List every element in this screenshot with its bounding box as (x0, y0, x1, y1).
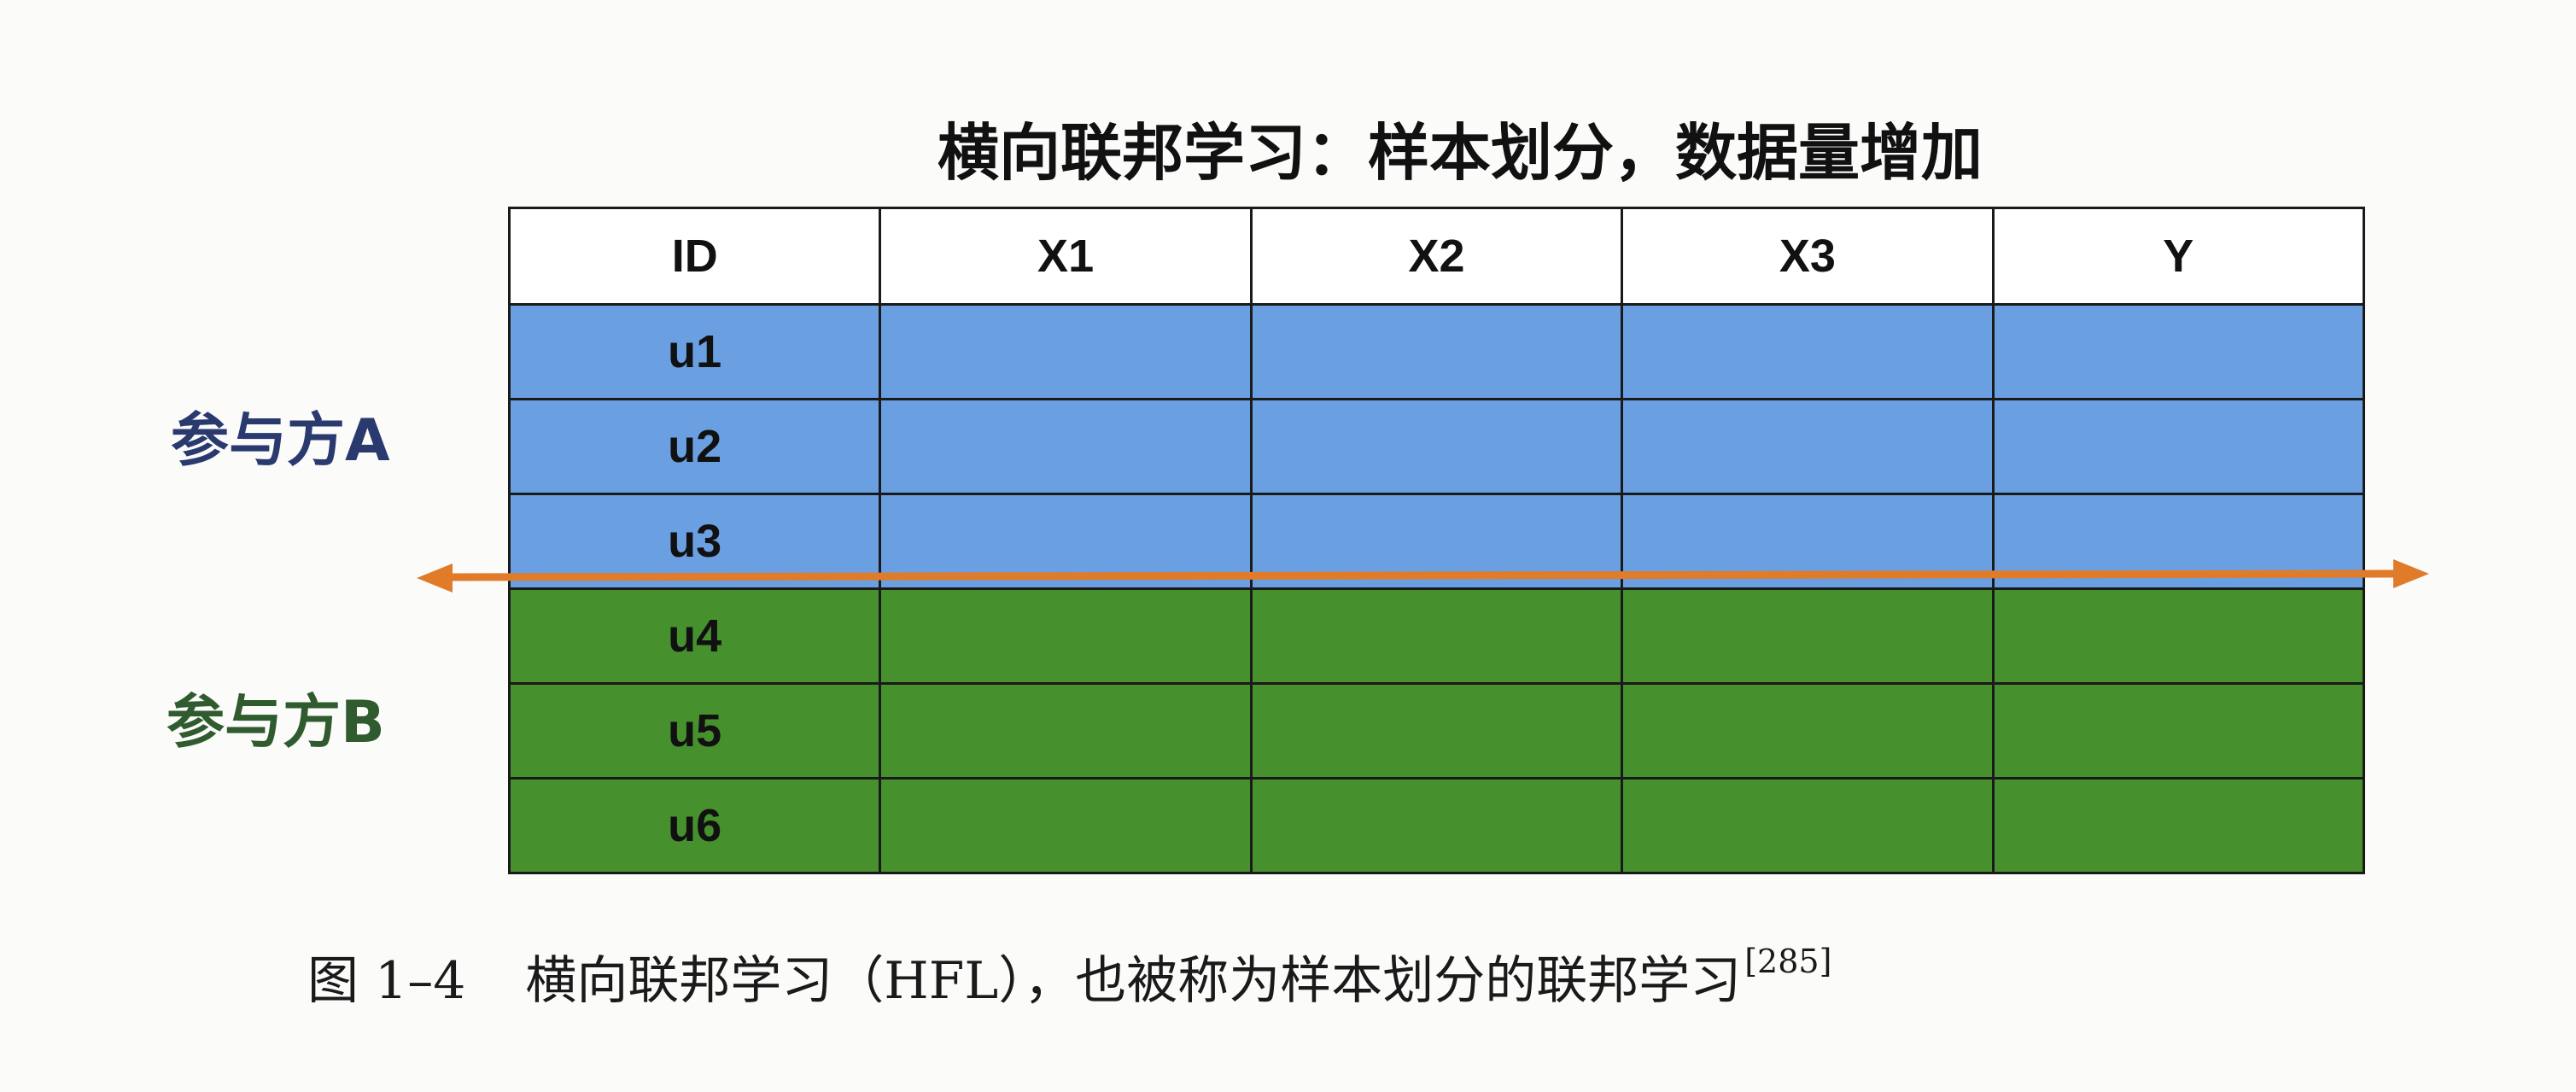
divider-line (443, 569, 2400, 581)
caption-figure-number: 图 1–4 (307, 951, 466, 1011)
arrowhead-left-icon (417, 564, 453, 593)
figure-caption: 图 1–4 横向联邦学习（HFL），也被称为样本划分的联邦学习 [285] (307, 939, 1831, 1013)
arrowhead-right-icon (2393, 559, 2429, 588)
caption-reference: [285] (1744, 943, 1832, 980)
partition-divider-arrow (417, 559, 2429, 593)
caption-text: 横向联邦学习（HFL），也被称为样本划分的联邦学习 (525, 951, 1742, 1011)
